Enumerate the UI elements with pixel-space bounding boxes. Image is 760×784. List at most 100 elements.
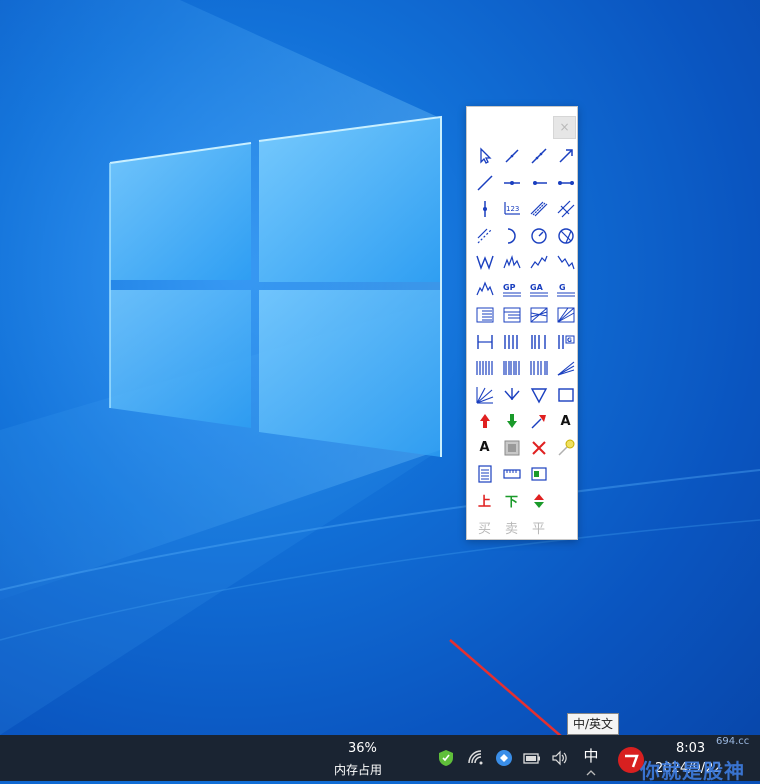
dashed-diagonal-icon xyxy=(477,228,492,244)
close-button[interactable]: × xyxy=(553,116,576,139)
ime-tooltip: 中/英文 xyxy=(567,713,620,735)
document-lines-icon xyxy=(477,465,492,483)
percent-lines-icon xyxy=(476,307,493,323)
percent-lines-tool[interactable] xyxy=(471,302,498,329)
notes-tool[interactable] xyxy=(471,461,498,488)
drawing-toolbar-window: × 123 GP GA G G A A 上 下 买 卖 平 xyxy=(466,106,578,540)
ray-line-tool[interactable] xyxy=(525,143,552,170)
ruler-tool[interactable] xyxy=(498,461,525,488)
down-arrow-line-tool[interactable] xyxy=(498,382,525,409)
up-down-marker-tool[interactable] xyxy=(525,488,552,515)
speed-lines-tool[interactable] xyxy=(525,302,552,329)
screenshot-tool[interactable] xyxy=(525,461,552,488)
image-card-icon xyxy=(530,467,547,481)
ga-label-icon: GA xyxy=(529,283,548,297)
speed-lines-icon xyxy=(530,307,547,323)
trend-arrow-tool[interactable] xyxy=(525,408,552,435)
number-label-icon: 123 xyxy=(503,202,520,215)
wave-peaks-tool[interactable] xyxy=(498,249,525,276)
parallel-lines-tool[interactable] xyxy=(525,196,552,223)
wave-peaks-icon xyxy=(502,255,521,269)
line-segment-tool[interactable] xyxy=(498,143,525,170)
mountain-wave-icon xyxy=(475,281,494,295)
sell-marker-tool: 卖 xyxy=(498,514,525,541)
horizontal-segment-tool[interactable] xyxy=(552,170,579,197)
cycle-lines-tool[interactable] xyxy=(498,329,525,356)
flat-char-icon: 平 xyxy=(531,521,545,537)
triangle-tool[interactable] xyxy=(525,382,552,409)
ga-tool[interactable]: GA xyxy=(525,276,552,303)
chevron-up-icon[interactable] xyxy=(585,768,597,778)
clock-circle-icon xyxy=(530,228,547,244)
ruler-icon xyxy=(502,469,521,479)
extended-line-tool[interactable] xyxy=(471,170,498,197)
fan-lines-tool[interactable] xyxy=(552,302,579,329)
text-tool[interactable]: A xyxy=(552,408,579,435)
cursor-arrow-icon xyxy=(479,147,492,165)
wand-sparkle-icon xyxy=(557,439,574,456)
fibonacci-retrace-tool[interactable] xyxy=(498,302,525,329)
rectangle-tool[interactable] xyxy=(552,382,579,409)
text-annotation-tool[interactable]: A xyxy=(471,435,498,462)
wave-w-tool[interactable] xyxy=(471,249,498,276)
arrow-line-icon xyxy=(558,149,573,163)
text-a-icon: A xyxy=(560,413,571,429)
circle-tool[interactable] xyxy=(525,223,552,250)
fib-time-tool[interactable] xyxy=(525,329,552,356)
g-tool[interactable]: G xyxy=(552,276,579,303)
wave-falling-icon xyxy=(557,255,575,270)
dashed-line-tool[interactable] xyxy=(471,223,498,250)
wave-rising-icon xyxy=(530,256,548,269)
gann-time-tool[interactable]: G xyxy=(552,329,579,356)
wifi-icon[interactable] xyxy=(466,748,486,768)
vertical-line-tool[interactable] xyxy=(471,196,498,223)
range-bracket-tool[interactable] xyxy=(471,329,498,356)
up-arrow-tool[interactable] xyxy=(471,408,498,435)
svg-text:123: 123 xyxy=(506,205,519,213)
security-shield-icon[interactable] xyxy=(436,748,456,768)
volume-icon[interactable] xyxy=(550,748,570,768)
hide-drawings-tool[interactable] xyxy=(498,435,525,462)
memory-label[interactable]: 内存占用 xyxy=(334,761,382,778)
rectangle-icon xyxy=(557,388,574,402)
wave-falling-tool[interactable] xyxy=(552,249,579,276)
horizontal-point-line-tool[interactable] xyxy=(498,170,525,197)
mountain-wave-tool[interactable] xyxy=(471,276,498,303)
down-arrow-tool[interactable] xyxy=(498,408,525,435)
svg-text:G: G xyxy=(567,337,572,344)
memory-percent[interactable]: 36% xyxy=(348,741,377,756)
horizontal-segment-icon xyxy=(557,180,574,185)
arrow-line-tool[interactable] xyxy=(552,143,579,170)
gp-tool[interactable]: GP xyxy=(498,276,525,303)
vertical-line-icon xyxy=(482,201,487,218)
dense-cycle-tool[interactable] xyxy=(471,355,498,382)
gann-circle-tool[interactable] xyxy=(552,223,579,250)
denser-cycle-tool[interactable] xyxy=(498,355,525,382)
taskbar: 36% 内存占用 中 8:03 2024/9/22 694.cc 你就是股神 xyxy=(0,735,760,783)
angle-fan-tool[interactable] xyxy=(552,355,579,382)
up-marker-tool[interactable]: 上 xyxy=(471,488,498,515)
watermark-text: 你就是股神 xyxy=(640,759,745,783)
channel-tool[interactable] xyxy=(552,196,579,223)
pointer-tool[interactable] xyxy=(471,143,498,170)
wave-rising-tool[interactable] xyxy=(525,249,552,276)
down-marker-tool[interactable]: 下 xyxy=(498,488,525,515)
fan-lines-icon xyxy=(557,307,574,323)
close-icon: × xyxy=(559,120,570,134)
up-down-triangles-icon xyxy=(533,493,544,508)
battery-icon[interactable] xyxy=(522,748,542,768)
fib-retrace-icon xyxy=(503,307,520,323)
interval-cycle-tool[interactable] xyxy=(525,355,552,382)
arc-tool[interactable] xyxy=(498,223,525,250)
horizontal-ray-tool[interactable] xyxy=(525,170,552,197)
ime-toggle-button[interactable]: 中 xyxy=(580,745,602,766)
clock-time[interactable]: 8:03 xyxy=(676,741,705,756)
magic-wand-tool[interactable] xyxy=(552,435,579,462)
gann-time-bars-icon: G xyxy=(557,334,574,349)
app-tray-icon[interactable] xyxy=(494,748,514,768)
svg-text:GA: GA xyxy=(530,283,544,292)
gann-fan-tool[interactable] xyxy=(471,382,498,409)
delete-drawing-tool[interactable] xyxy=(525,435,552,462)
price-label-tool[interactable]: 123 xyxy=(498,196,525,223)
buy-marker-tool: 买 xyxy=(471,514,498,541)
